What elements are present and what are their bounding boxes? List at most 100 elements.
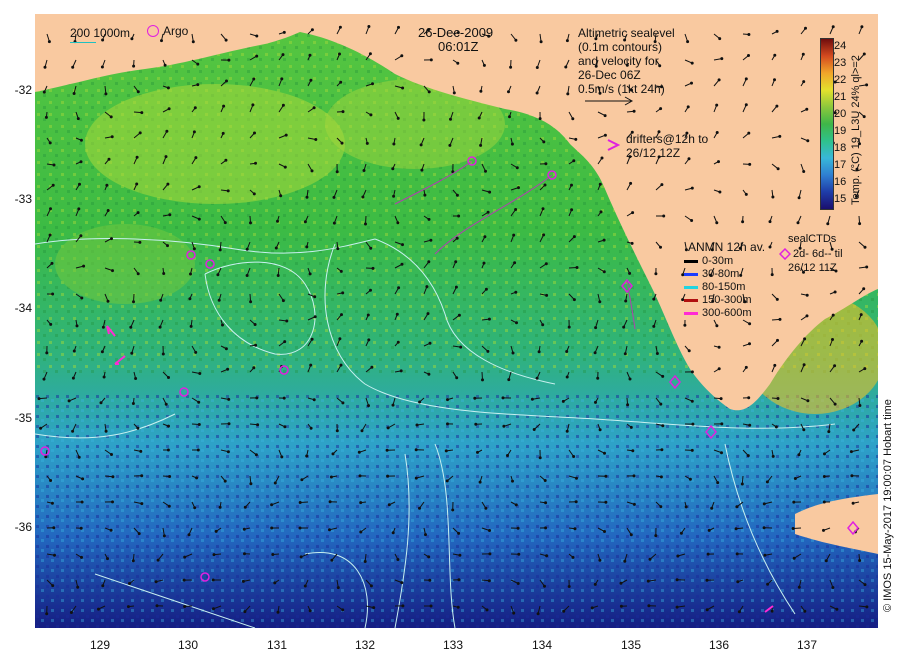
velocity-arrow-head	[42, 90, 46, 94]
anmn-legend-row: 30-80m	[684, 268, 739, 280]
velocity-arrow-head	[82, 264, 86, 268]
velocity-arrow-head	[132, 300, 135, 304]
velocity-arrow-head	[128, 582, 131, 585]
velocity-arrow-head	[630, 241, 634, 245]
velocity-arrow-head	[748, 342, 751, 346]
velocity-arrow-head	[249, 300, 253, 304]
velocity-arrow-head	[629, 425, 633, 429]
velocity-arrow-head	[822, 475, 826, 478]
velocity-arrow-head	[338, 52, 341, 56]
velocity-arrow-head	[717, 345, 721, 349]
velocity-arrow-head	[329, 475, 333, 479]
velocity-arrow-head	[623, 352, 627, 356]
velocity-arrow-head	[575, 476, 578, 480]
velocity-arrow-head	[826, 222, 830, 226]
velocity-arrow-head	[624, 299, 628, 303]
velocity-arrow-head	[328, 528, 331, 532]
velocity-arrow-head	[312, 398, 316, 402]
velocity-arrow-head	[427, 90, 431, 94]
velocity-arrow-head	[542, 233, 546, 237]
velocity-arrow-head	[604, 474, 608, 478]
velocity-arrow-head	[298, 501, 302, 504]
velocity-arrow-head	[254, 343, 258, 347]
velocity-arrow-head	[628, 271, 632, 275]
velocity-arrow-head	[223, 479, 227, 483]
velocity-arrow-head	[136, 211, 140, 215]
warm-patch	[55, 224, 195, 304]
velocity-arrow-head	[482, 63, 486, 67]
velocity-arrow-head	[822, 500, 826, 504]
velocity-arrow-head	[188, 297, 192, 301]
velocity-arrow-head	[428, 341, 432, 345]
velocity-arrow-head	[690, 219, 694, 222]
velocity-arrow-head	[865, 83, 869, 87]
velocity-arrow-head	[309, 426, 313, 430]
velocity-arrow-head	[340, 141, 344, 145]
velocity-arrow-head	[858, 404, 862, 407]
velocity-arrow-head	[659, 245, 662, 249]
velocity-arrow-head	[340, 313, 343, 317]
map-date: 26-Dec-2009	[418, 25, 494, 40]
velocity-arrow-head	[850, 474, 854, 478]
velocity-arrow-head	[802, 80, 806, 84]
velocity-arrow-head	[371, 266, 375, 270]
velocity-arrow-head	[594, 326, 598, 330]
velocity-arrow-head	[544, 162, 548, 166]
velocity-arrow-head	[419, 143, 423, 147]
velocity-arrow-head	[165, 129, 169, 133]
velocity-arrow-head	[683, 323, 687, 327]
velocity-arrow-head	[741, 220, 745, 224]
velocity-arrow-head	[282, 30, 286, 34]
velocity-arrow-head	[76, 117, 80, 121]
velocity-arrow-head	[361, 195, 365, 199]
velocity-arrow-head	[243, 505, 247, 509]
velocity-arrow-head	[567, 325, 571, 329]
velocity-arrow-head	[252, 77, 256, 81]
velocity-arrow-head	[488, 529, 491, 532]
velocity-arrow-head	[629, 181, 633, 185]
velocity-arrow-head	[187, 533, 191, 537]
velocity-arrow-head	[690, 61, 694, 65]
velocity-arrow-head	[166, 86, 170, 90]
velocity-arrow-head	[455, 236, 459, 240]
velocity-arrow-head	[544, 262, 548, 266]
anmn-row-label: 150-300m	[702, 294, 752, 306]
warm-patch	[85, 84, 345, 204]
velocity-arrow-head	[762, 526, 766, 530]
anmn-legend-title: ANMN 12h av.	[688, 240, 766, 254]
velocity-arrow-head	[418, 506, 421, 510]
lon-label: 133	[442, 638, 464, 652]
velocity-arrow-head	[865, 605, 869, 609]
velocity-arrow-head	[744, 192, 748, 196]
velocity-arrow-head	[252, 366, 256, 370]
velocity-arrow-head	[310, 337, 314, 341]
velocity-arrow-head	[160, 39, 163, 43]
velocity-arrow-head	[415, 423, 419, 427]
velocity-arrow-head	[227, 58, 231, 62]
velocity-arrow-head	[400, 581, 404, 585]
velocity-arrow-head	[662, 214, 666, 218]
velocity-arrow-head	[79, 526, 83, 530]
velocity-arrow-head	[167, 376, 170, 379]
velocity-arrow-head	[747, 54, 750, 57]
velocity-arrow-head	[110, 237, 113, 241]
velocity-arrow-head	[196, 83, 200, 87]
velocity-arrow-head	[865, 265, 869, 269]
velocity-arrow-head	[765, 480, 769, 484]
velocity-arrow-head	[506, 454, 509, 457]
velocity-arrow-head	[720, 451, 723, 455]
velocity-arrow-head	[488, 190, 492, 194]
velocity-arrow-head	[367, 25, 371, 28]
velocity-arrow-head	[109, 115, 113, 119]
velocity-arrow-head	[249, 482, 253, 486]
velocity-arrow-head	[44, 115, 48, 119]
velocity-arrow-head	[429, 238, 433, 242]
anmn-row-label: 30-80m	[702, 268, 740, 280]
velocity-arrow-head	[542, 140, 546, 144]
velocity-arrow-head	[282, 396, 286, 400]
velocity-arrow-head	[71, 65, 75, 69]
velocity-arrow-head	[212, 607, 215, 611]
velocity-arrow-head	[659, 402, 663, 406]
velocity-arrow-head	[632, 502, 636, 506]
velocity-arrow-head	[371, 82, 374, 86]
